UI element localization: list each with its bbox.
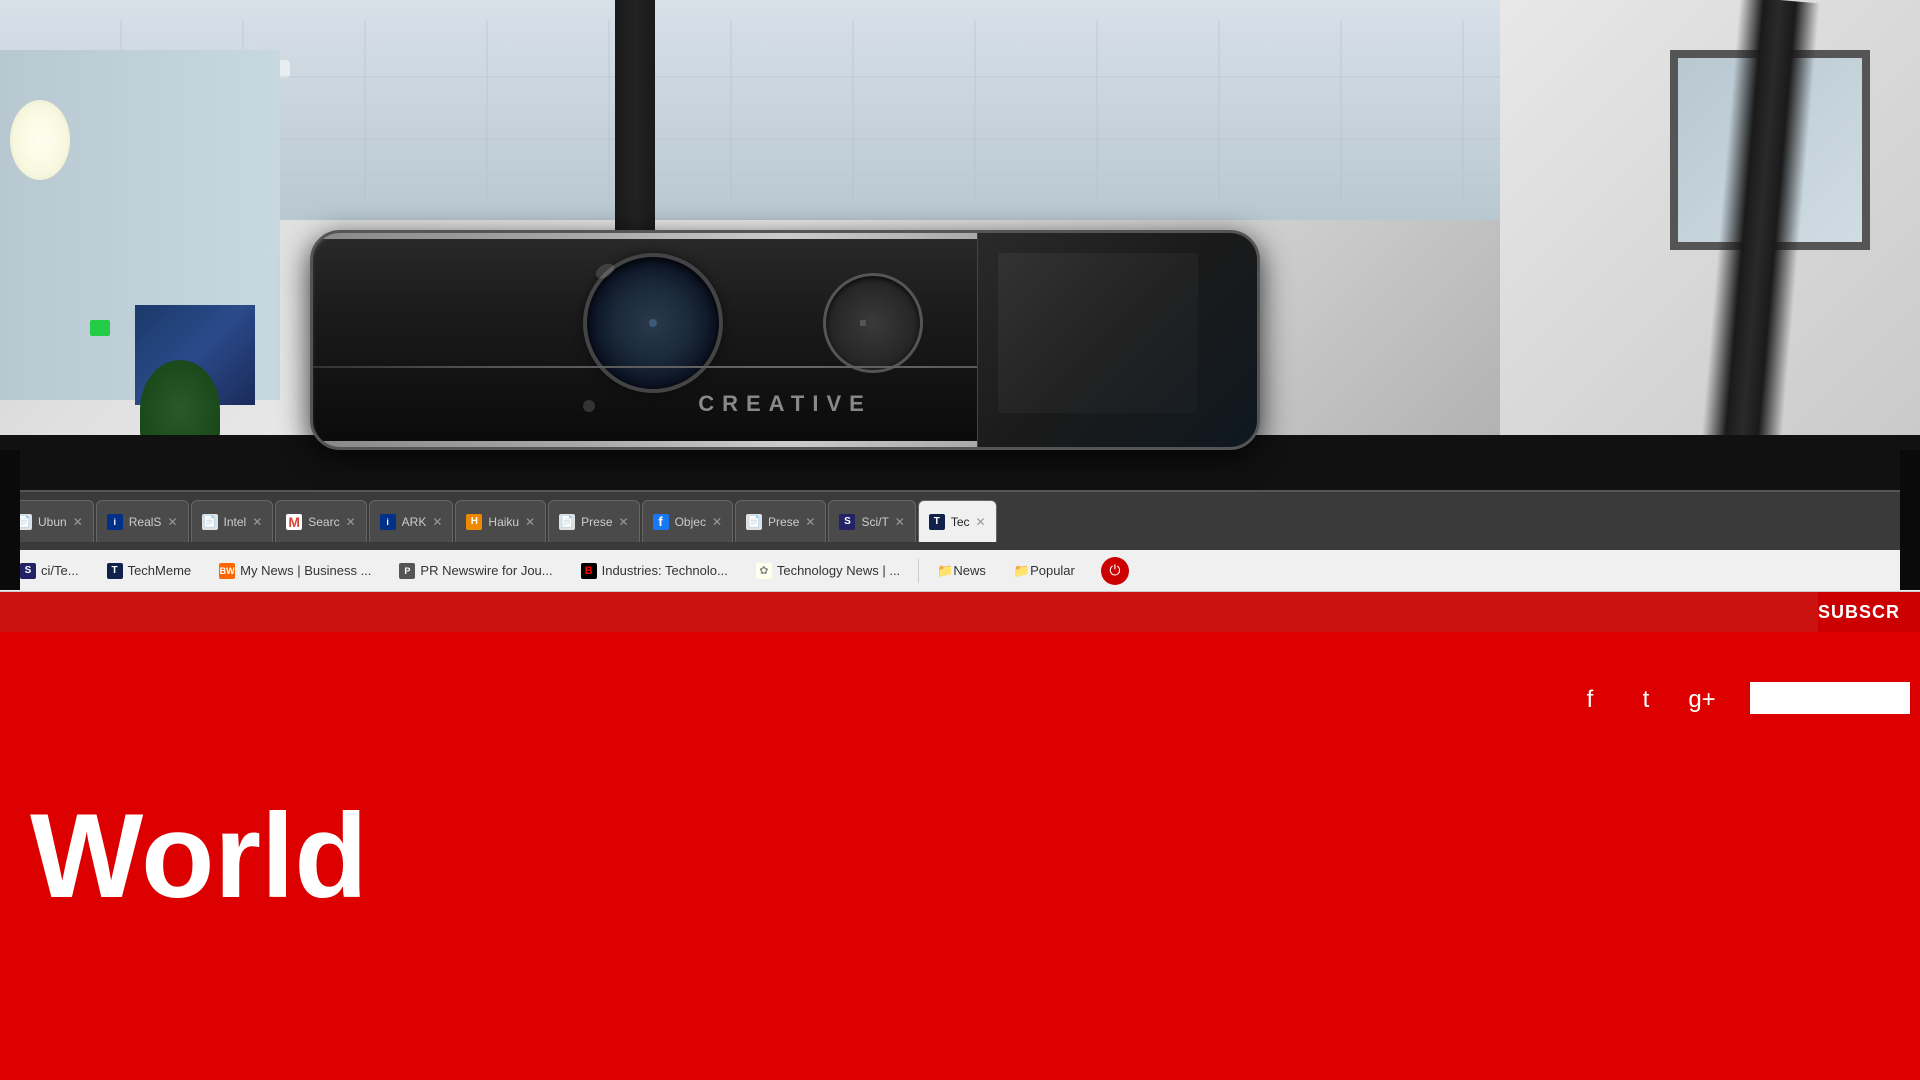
tab-haiku[interactable]: H Haiku ✕: [455, 500, 546, 542]
bookmark-label-folder-popular: Popular: [1030, 563, 1075, 578]
tab-intel[interactable]: 📄 Intel ✕: [191, 500, 274, 542]
bookmark-icon-technews: ✿: [756, 563, 772, 579]
tab-close-prese2[interactable]: ✕: [805, 515, 815, 529]
site-name-text: World: [30, 787, 368, 925]
tab-label-facebook: Objec: [675, 515, 706, 529]
tab-label-intel: Intel: [224, 515, 247, 529]
lens-center-dot: [649, 319, 657, 327]
bookmark-icon-bloomberg: B: [581, 563, 597, 579]
tab-close-intel[interactable]: ✕: [252, 515, 262, 529]
webcam-panel-reflection: [998, 253, 1198, 413]
tab-label-prese1: Prese: [581, 515, 612, 529]
tab-icon-haiku: H: [466, 514, 482, 530]
tab-close-scite[interactable]: ✕: [895, 515, 905, 529]
page-content-area: SUBSCR World f t g+: [0, 592, 1920, 1080]
tab-close-prese1[interactable]: ✕: [619, 515, 629, 529]
tab-icon-gmail: M: [286, 514, 302, 530]
tab-label-ubuntu: Ubun: [38, 515, 67, 529]
facebook-icon[interactable]: f: [1572, 682, 1608, 718]
subscribe-bar: SUBSCR: [1818, 592, 1920, 632]
photo-area: CREATIVE: [0, 0, 1920, 540]
twitter-icon[interactable]: t: [1628, 682, 1664, 718]
tab-close-ark[interactable]: ✕: [432, 515, 442, 529]
googleplus-icon[interactable]: g+: [1684, 682, 1720, 718]
green-indicator-light: [90, 320, 110, 336]
tab-label-haiku: Haiku: [488, 515, 519, 529]
tab-scite[interactable]: S Sci/T ✕: [828, 500, 915, 542]
bookmark-label-mynews: My News | Business ...: [240, 563, 371, 578]
bookmark-icon-techmeme: T: [107, 563, 123, 579]
tab-ark[interactable]: i ARK ✕: [369, 500, 454, 542]
tab-prese2[interactable]: 📄 Prese ✕: [735, 500, 826, 542]
webcam-brand-label: CREATIVE: [698, 391, 872, 417]
tab-close-ubuntu[interactable]: ✕: [73, 515, 83, 529]
bookmark-prnews[interactable]: P PR Newswire for Jou...: [389, 559, 562, 583]
webcam-right-panel: [977, 233, 1257, 447]
tab-close-gmail[interactable]: ✕: [346, 515, 356, 529]
monitor-frame-right: [1900, 450, 1920, 590]
tab-icon-prese2: 📄: [746, 514, 762, 530]
webcam-body: CREATIVE: [313, 233, 1257, 447]
bookmark-techmeme[interactable]: T TechMeme: [97, 559, 202, 583]
tab-realsense[interactable]: i RealS ✕: [96, 500, 189, 542]
mic-dot-left: [583, 400, 595, 412]
bookmark-bloomberg[interactable]: B Industries: Technolo...: [571, 559, 738, 583]
webcam-device: CREATIVE: [310, 230, 1260, 450]
bookmark-label-bloomberg: Industries: Technolo...: [602, 563, 728, 578]
site-search-box[interactable]: [1750, 682, 1910, 714]
webcam-sensor: [823, 273, 923, 373]
social-icons-group: f t g+: [1572, 682, 1720, 718]
tab-icon-ark: i: [380, 514, 396, 530]
bookmark-icon-scite: S: [20, 563, 36, 579]
tab-icon-techmeme: T: [929, 514, 945, 530]
bookmark-label-prnews: PR Newswire for Jou...: [420, 563, 552, 578]
bookmark-label-technews: Technology News | ...: [777, 563, 900, 578]
office-light-orb: [10, 100, 70, 180]
tab-icon-intel: 📄: [202, 514, 218, 530]
bookmark-mynews[interactable]: BW My News | Business ...: [209, 559, 381, 583]
bookmark-icon-prnews: P: [399, 563, 415, 579]
tab-facebook[interactable]: f Objec ✕: [642, 500, 733, 542]
tab-label-prese2: Prese: [768, 515, 799, 529]
subscribe-label: SUBSCR: [1818, 602, 1900, 623]
bookmark-label-techmeme: TechMeme: [128, 563, 192, 578]
tab-label-gmail: Searc: [308, 515, 339, 529]
bookmark-technews[interactable]: ✿ Technology News | ...: [746, 559, 910, 583]
tab-close-techmeme[interactable]: ✕: [976, 515, 986, 529]
tab-gmail[interactable]: M Searc ✕: [275, 500, 366, 542]
monitor-frame-left: [0, 450, 20, 590]
power-button[interactable]: ⏻: [1101, 557, 1129, 585]
tab-label-ark: ARK: [402, 515, 427, 529]
tab-icon-scite: S: [839, 514, 855, 530]
bookmark-icon-mynews: BW: [219, 563, 235, 579]
webcam-main-lens: [583, 253, 723, 393]
folder-icon-popular: 📁: [1014, 563, 1030, 579]
bookmark-scite[interactable]: S ci/Te...: [10, 559, 89, 583]
tab-close-haiku[interactable]: ✕: [525, 515, 535, 529]
tab-icon-prese1: 📄: [559, 514, 575, 530]
folder-icon-news: 📁: [937, 563, 953, 579]
bookmark-separator-1: [918, 559, 919, 583]
bookmark-label-folder-news: News: [953, 563, 986, 578]
tab-icon-facebook: f: [653, 514, 669, 530]
bookmarks-bar: S ci/Te... T TechMeme BW My News | Busin…: [0, 550, 1920, 592]
pcworld-header: World f t g+: [0, 632, 1920, 1080]
bookmark-folder-popular[interactable]: 📁 Popular: [1004, 559, 1085, 583]
tab-close-realsense[interactable]: ✕: [167, 515, 177, 529]
tab-label-techmeme: Tec: [951, 515, 970, 529]
tab-label-scite: Sci/T: [861, 515, 888, 529]
office-left-wall: [0, 50, 280, 400]
tab-icon-realsense: i: [107, 514, 123, 530]
tab-prese1[interactable]: 📄 Prese ✕: [548, 500, 639, 542]
tab-label-realsense: RealS: [129, 515, 162, 529]
tab-techmeme[interactable]: T Tec ✕: [918, 500, 997, 542]
tab-close-facebook[interactable]: ✕: [712, 515, 722, 529]
bookmark-folder-news[interactable]: 📁 News: [927, 559, 996, 583]
browser-tab-bar: 📄 Ubun ✕ i RealS ✕ 📄 Intel ✕ M Searc ✕ i…: [0, 490, 1920, 550]
bookmark-label-scite: ci/Te...: [41, 563, 79, 578]
